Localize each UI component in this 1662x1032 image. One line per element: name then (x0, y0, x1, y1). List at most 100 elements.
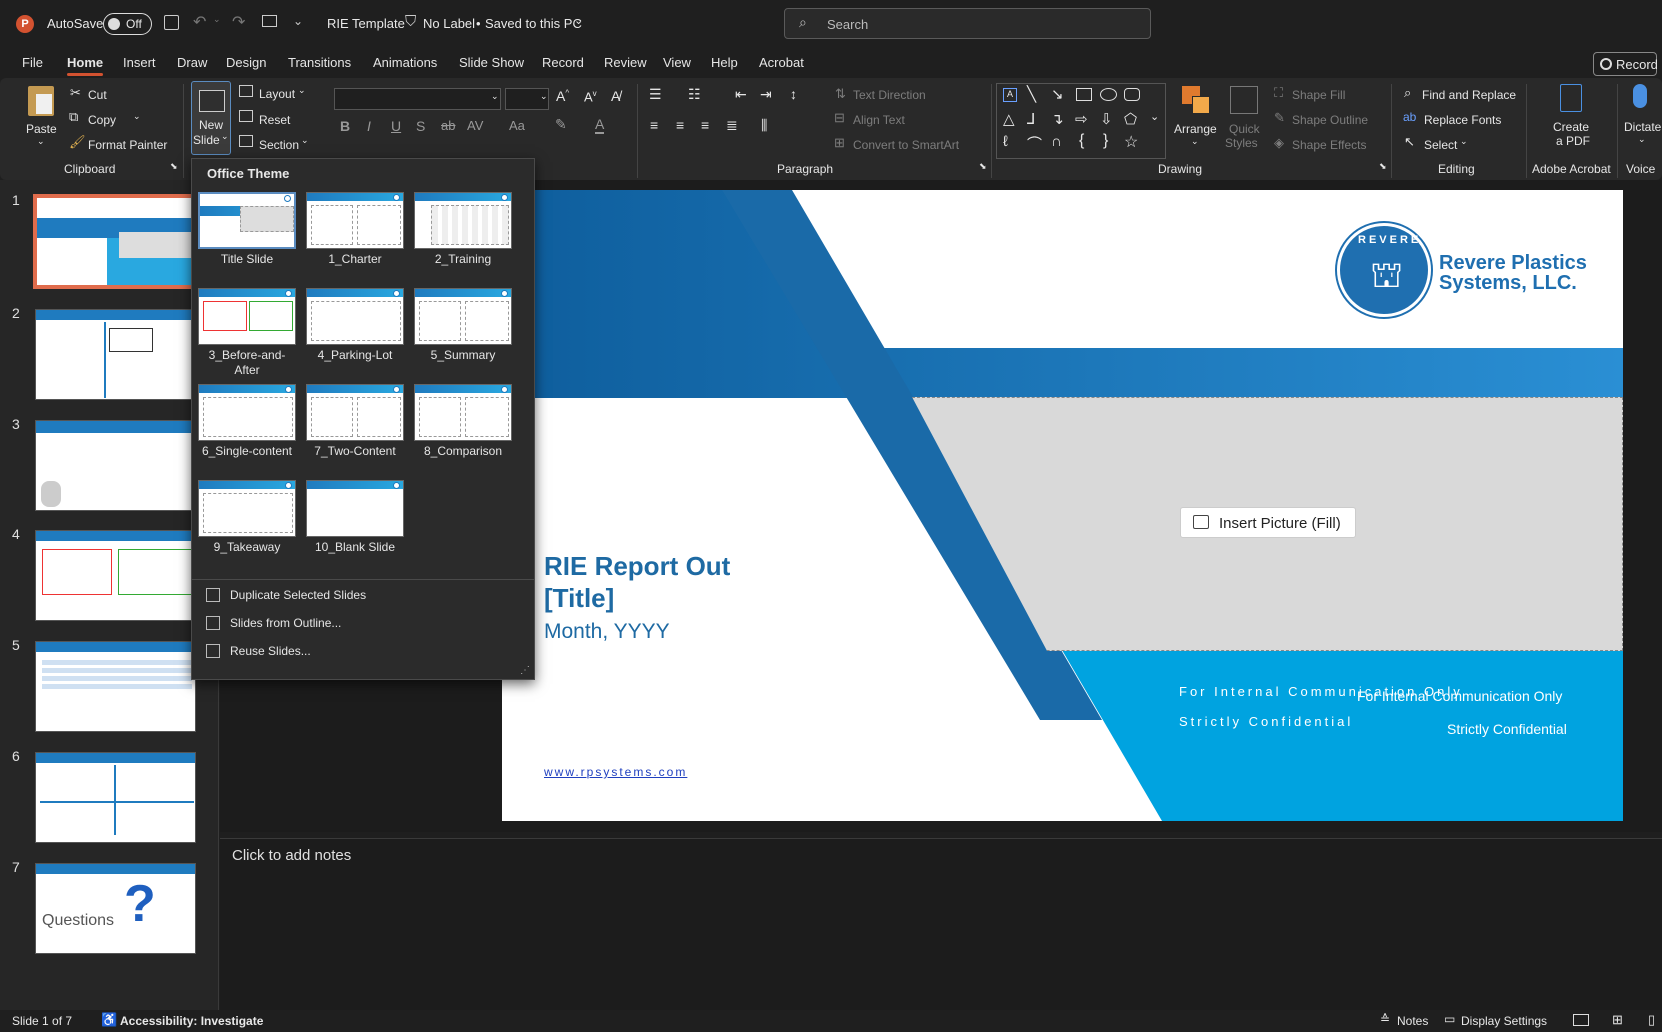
shadow-icon[interactable]: S (416, 118, 425, 134)
paste-icon[interactable] (28, 86, 54, 116)
tab-insert[interactable]: Insert (123, 55, 156, 70)
record-button[interactable]: Record (1593, 52, 1658, 76)
line-shape-icon[interactable]: ╲ (1027, 85, 1036, 103)
bold-icon[interactable]: B (340, 118, 350, 134)
notes-placeholder[interactable]: Click to add notes (232, 847, 351, 864)
resize-grip-icon[interactable]: ⋰ (520, 665, 530, 676)
arc-shape-icon[interactable]: ⌒ (1027, 133, 1042, 154)
shapes-gallery[interactable]: A ╲ ↘ △ ⅃ ↴ ⇨ ⇩ ⬠ ℓ ⌒ ∩ { } ☆ ⌄ (996, 83, 1166, 159)
down-arrow-shape-icon[interactable]: ⇩ (1100, 110, 1113, 128)
slide-thumbnail-3[interactable] (35, 420, 196, 511)
line-spacing-icon[interactable]: ↕ (790, 86, 797, 102)
duplicate-slides-item[interactable]: Duplicate Selected Slides (192, 582, 534, 608)
arrange-button[interactable]: Arrange (1174, 122, 1217, 136)
rounded-rect-shape-icon[interactable] (1124, 88, 1140, 101)
tab-design[interactable]: Design (226, 55, 266, 70)
layout-title-slide[interactable]: Title Slide (198, 192, 296, 267)
chevron-down-icon[interactable]: ⌄ (213, 14, 221, 25)
shape-outline-button[interactable]: Shape Outline (1292, 113, 1368, 127)
label-status[interactable]: No Label (423, 16, 475, 31)
shape-effects-button[interactable]: Shape Effects (1292, 138, 1367, 152)
font-size-box[interactable]: ⌄ (505, 88, 549, 110)
layout-two-content[interactable]: 7_Two-Content (306, 384, 404, 459)
triangle-shape-icon[interactable]: △ (1003, 110, 1015, 128)
slide-thumbnail-panel[interactable]: 1 2 3 4 5 6 7 Questions ? (0, 180, 219, 1010)
underline-icon[interactable]: U (391, 118, 401, 134)
layout-before-after[interactable]: 3_Before-and-After (198, 288, 296, 378)
reading-view-icon[interactable]: ▯ (1648, 1012, 1655, 1028)
shrink-font-icon[interactable]: Av (584, 89, 597, 104)
gallery-more-icon[interactable]: ⌄ (1150, 110, 1159, 123)
copy-button[interactable]: Copy (88, 113, 116, 127)
layout-comparison[interactable]: 8_Comparison (414, 384, 512, 459)
accessibility-status[interactable]: Accessibility: Investigate (120, 1014, 263, 1028)
arrow-line-shape-icon[interactable]: ↘ (1051, 85, 1064, 103)
reuse-slides-item[interactable]: Reuse Slides... (192, 638, 534, 664)
char-spacing-icon[interactable]: AV (467, 118, 483, 133)
bullets-icon[interactable]: ☰ (649, 86, 662, 103)
change-case-icon[interactable]: Aa (509, 118, 525, 133)
tab-animations[interactable]: Animations (373, 55, 437, 70)
slide-date[interactable]: Month, YYYY (544, 620, 670, 644)
layout-takeaway[interactable]: 9_Takeaway (198, 480, 296, 555)
layout-parking-lot[interactable]: 4_Parking-Lot (306, 288, 404, 363)
chevron-down-icon[interactable]: ⌄ (1460, 136, 1468, 147)
tab-review[interactable]: Review (604, 55, 647, 70)
undo-icon[interactable]: ↶ (193, 12, 206, 32)
slide-thumbnail-7[interactable]: Questions ? (35, 863, 196, 954)
text-direction-button[interactable]: Text Direction (853, 88, 926, 102)
tab-record[interactable]: Record (542, 55, 584, 70)
redo-icon[interactable]: ↷ (232, 12, 245, 32)
tab-transitions[interactable]: Transitions (288, 55, 351, 70)
align-center-icon[interactable]: ≡ (676, 117, 684, 133)
present-icon[interactable] (262, 15, 277, 27)
tab-file[interactable]: File (22, 55, 43, 70)
autosave-toggle[interactable]: Off (103, 13, 152, 35)
highlight-icon[interactable]: ✎ (555, 116, 567, 133)
find-replace-button[interactable]: Find and Replace (1422, 88, 1516, 102)
notes-button[interactable]: Notes (1397, 1014, 1428, 1028)
elbow-connector-icon[interactable]: ⅃ (1027, 110, 1035, 128)
align-right-icon[interactable]: ≡ (701, 117, 709, 133)
tab-acrobat[interactable]: Acrobat (759, 55, 804, 70)
align-text-button[interactable]: Align Text (853, 113, 905, 127)
normal-view-icon[interactable] (1573, 1014, 1589, 1026)
slide-thumbnail-5[interactable] (35, 641, 196, 732)
slide-sorter-icon[interactable]: ⊞ (1612, 1012, 1623, 1028)
convert-smartart-button[interactable]: Convert to SmartArt (853, 138, 959, 152)
italic-icon[interactable]: I (367, 118, 371, 134)
increase-indent-icon[interactable]: ⇥ (760, 86, 772, 103)
save-status[interactable]: Saved to this PC (485, 16, 582, 31)
layout-training[interactable]: 2_Training (414, 192, 512, 267)
justify-icon[interactable]: ≣ (726, 117, 738, 134)
slides-from-outline-item[interactable]: Slides from Outline... (192, 610, 534, 636)
grow-font-icon[interactable]: A^ (556, 88, 569, 104)
tab-view[interactable]: View (663, 55, 691, 70)
shape-fill-button[interactable]: Shape Fill (1292, 88, 1345, 102)
layout-blank-slide[interactable]: 10_Blank Slide (306, 480, 404, 555)
slide-title-2[interactable]: [Title] (544, 583, 614, 614)
chevron-down-icon[interactable]: ⌄ (574, 14, 583, 27)
star-shape-icon[interactable]: ☆ (1124, 132, 1138, 152)
replace-fonts-button[interactable]: Replace Fonts (1424, 113, 1501, 127)
chevron-down-icon[interactable]: ⌄ (301, 135, 309, 146)
paste-button[interactable]: Paste (26, 122, 57, 136)
customize-toolbar-icon[interactable]: ⌄ (293, 14, 303, 28)
clear-format-icon[interactable]: A̸ (611, 88, 620, 104)
chevron-down-icon[interactable]: ⌄ (37, 136, 45, 147)
cut-button[interactable]: Cut (88, 88, 107, 102)
display-settings-button[interactable]: Display Settings (1461, 1014, 1547, 1028)
layout-summary[interactable]: 5_Summary (414, 288, 512, 363)
slide-thumbnail-4[interactable] (35, 530, 196, 621)
section-button[interactable]: Section (259, 138, 299, 152)
right-arrow-shape-icon[interactable]: ⇨ (1075, 110, 1088, 128)
snip-rect-shape-icon[interactable]: ⬠ (1124, 110, 1137, 128)
strikethrough-icon[interactable]: ab (441, 118, 455, 133)
slide-title[interactable]: RIE Report Out (544, 551, 730, 582)
rectangle-shape-icon[interactable] (1076, 88, 1092, 101)
columns-icon[interactable]: ⫼ (761, 117, 767, 134)
tab-slide-show[interactable]: Slide Show (459, 55, 524, 70)
freeform-shape-icon[interactable]: ℓ (1003, 133, 1008, 150)
internal-text-b[interactable]: For Internal Communication Only (1357, 688, 1562, 704)
tab-home[interactable]: Home (67, 55, 104, 76)
